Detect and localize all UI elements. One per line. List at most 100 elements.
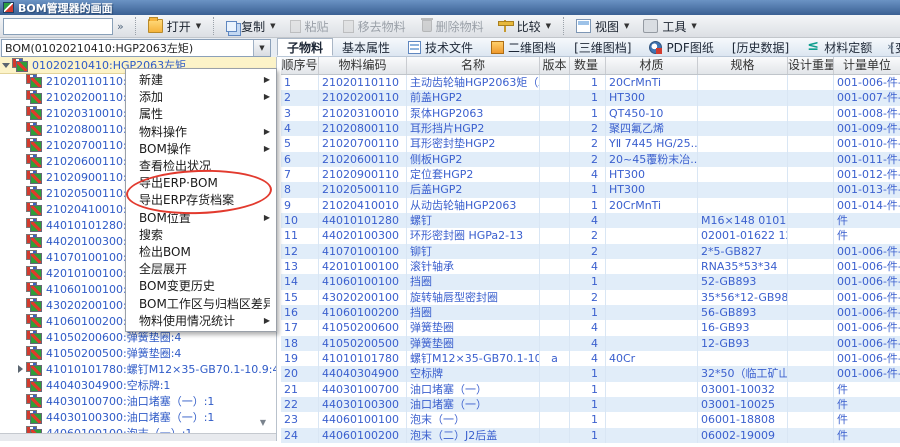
tab-3[interactable]: 技术文件: [399, 38, 482, 56]
tree-item-20[interactable]: 44040304900:空标牌:1: [0, 377, 276, 393]
column-header-4[interactable]: 版本: [540, 57, 570, 74]
column-header-9[interactable]: 计量单位: [834, 57, 900, 74]
cell-ver: [540, 182, 570, 197]
tabs-overflow-chevron-icon[interactable]: »: [887, 40, 894, 53]
tab-5[interactable]: [三维图档]: [565, 38, 640, 56]
bom-item-icon: [26, 106, 43, 120]
cell-spec: RNA35*53*34: [698, 259, 788, 274]
compare-button[interactable]: 比较▼: [491, 16, 558, 37]
cell-name: 定位套HGP2: [407, 167, 540, 182]
menu-item-14[interactable]: BOM工作区与归档区差异: [126, 294, 276, 311]
cell-qty: 2: [570, 228, 606, 243]
menu-item-10[interactable]: 搜索: [126, 226, 276, 243]
table-row-9[interactable]: 921020410010从动齿轮轴HGP2063120CrMnTi001-014…: [281, 198, 900, 213]
table-row-1[interactable]: 121020110110主动齿轮轴HGP2063矩（A）120CrMnTi001…: [281, 75, 900, 90]
menu-item-13[interactable]: BOM变更历史: [126, 277, 276, 294]
column-header-7[interactable]: 规格: [698, 57, 788, 74]
cell-weight: [788, 320, 834, 335]
table-row-21[interactable]: 2144030100700油口堵塞（一）103001-10032件: [281, 382, 900, 397]
cell-qty: 1: [570, 397, 606, 412]
collapsed-arrow-icon[interactable]: [14, 365, 26, 373]
table-row-22[interactable]: 2244030100300油口堵塞（一）103001-10025件: [281, 397, 900, 412]
tab-2[interactable]: 基本属性: [333, 38, 399, 56]
menu-item-15[interactable]: 物料使用情况统计▶: [126, 312, 276, 329]
cell-ver: [540, 167, 570, 182]
table-row-15[interactable]: 1543020200100旋转轴唇型密封圈235*56*12-GB9877001…: [281, 290, 900, 305]
table-row-23[interactable]: 2344060100100泡末（一）106001-18808件: [281, 412, 900, 427]
cell-ver: [540, 397, 570, 412]
table-row-7[interactable]: 721020900110定位套HGP24HT300001-012-件-: [281, 167, 900, 182]
column-header-6[interactable]: 材质: [606, 57, 698, 74]
menu-item-7-circled[interactable]: 导出ERP·BOM: [126, 174, 276, 191]
cell-code: 21020410010: [319, 198, 407, 213]
table-row-16[interactable]: 1641060100200挡圈156-GB893001-006-件-: [281, 305, 900, 320]
bom-selector-combobox[interactable]: BOM(01020210410:HGP2063左矩) ▼: [1, 39, 271, 57]
tree-item-19[interactable]: 41010101780:螺钉M12×35-GB70.1-10.9:4: [0, 361, 276, 377]
table-row-17[interactable]: 1741050200600弹簧垫圈416-GB93001-006-件-: [281, 320, 900, 335]
tab-8[interactable]: 材料定额: [798, 38, 881, 56]
tree-item-21[interactable]: 44030100700:油口堵塞（一）:1: [0, 393, 276, 409]
cell-code: 21020110110: [319, 75, 407, 90]
table-row-10[interactable]: 1044010101280螺钉4M16×148 01017-11648件: [281, 213, 900, 228]
toolbar: » 打开▼复制▼粘贴移去物料删除物料比较▼视图▼工具▼: [0, 15, 900, 38]
menu-item-5[interactable]: BOM操作▶: [126, 140, 276, 157]
menu-item-1[interactable]: 新建▶: [126, 71, 276, 88]
table-row-4[interactable]: 421020800110耳形挡片HGP22聚四氟乙烯001-009-件-: [281, 121, 900, 136]
table-row-18[interactable]: 1841050200500弹簧垫圈412-GB93001-006-件-: [281, 336, 900, 351]
menu-item-6[interactable]: 查看检出状况: [126, 157, 276, 174]
tree-horizontal-scrollbar[interactable]: [0, 433, 277, 441]
cell-code: 44060100200: [319, 428, 407, 443]
tab-6[interactable]: PDF图纸: [640, 38, 722, 56]
table-row-5[interactable]: 521020700110耳形密封垫HGP22YⅡ 7445 HG/25...00…: [281, 136, 900, 151]
column-header-8[interactable]: 设计重量: [788, 57, 834, 74]
column-header-1[interactable]: 顺序号: [281, 57, 319, 74]
table-row-8[interactable]: 821020500110后盖HGP21HT300001-013-件-: [281, 182, 900, 197]
table-row-6[interactable]: 621020600110侧板HGP2220~45覆粉末冶...001-011-件…: [281, 152, 900, 167]
table-row-19[interactable]: 1941010101780螺钉M12×35-GB70.1-10.9a440Cr0…: [281, 351, 900, 366]
table-row-12[interactable]: 1241070100100铆钉22*5-GB827001-006-件-: [281, 244, 900, 259]
menu-item-11[interactable]: 检出BOM: [126, 243, 276, 260]
cell-unit: 001-008-件-: [834, 106, 900, 121]
table-row-3[interactable]: 321020310010泵体HGP20631QT450-10001-008-件-: [281, 106, 900, 121]
open-button[interactable]: 打开▼: [141, 16, 208, 37]
table-row-24[interactable]: 2444060100200泡末（二）J2后盖106002-19009件: [281, 428, 900, 443]
toolbar-quick-input[interactable]: [3, 18, 113, 35]
menu-item-3[interactable]: 属性: [126, 105, 276, 122]
toolbar-overflow-chevron-icon[interactable]: »: [117, 20, 124, 33]
tree-item-22[interactable]: 44030100300:油口堵塞（一）:1: [0, 409, 276, 425]
menu-item-8-circled[interactable]: 导出ERP存货档案: [126, 191, 276, 208]
cell-qty: 1: [570, 366, 606, 381]
menu-item-2[interactable]: 添加▶: [126, 88, 276, 105]
menu-item-9[interactable]: BOM位置▶: [126, 209, 276, 226]
expanded-arrow-icon[interactable]: [0, 63, 12, 68]
table-row-2[interactable]: 221020200110前盖HGP21HT300001-007-件-: [281, 90, 900, 105]
tab-1[interactable]: 子物料: [277, 38, 333, 56]
column-header-2[interactable]: 物料编码: [319, 57, 407, 74]
tab-4[interactable]: 二维图档: [482, 38, 565, 56]
table-row-20[interactable]: 2044040304900空标牌132*50（临工矿山）001-006-件-: [281, 366, 900, 381]
delete-material-button-label: 删除物料: [436, 18, 484, 35]
tree-item-18[interactable]: 41050200500:弹簧垫圈:4: [0, 345, 276, 361]
tools-button[interactable]: 工具▼: [636, 16, 703, 37]
menu-item-12[interactable]: 全层展开: [126, 260, 276, 277]
copy-button[interactable]: 复制▼: [219, 16, 282, 37]
table-row-13[interactable]: 1342010100100滚针轴承4RNA35*53*34001-006-件-: [281, 259, 900, 274]
bom-item-icon: [26, 410, 43, 424]
cell-code: 41010101780: [319, 351, 407, 366]
tab-7[interactable]: [历史数据]: [723, 38, 798, 56]
cell-material: 聚四氟乙烯: [606, 121, 698, 136]
cell-seq: 16: [281, 305, 319, 320]
cell-unit: 001-010-件-: [834, 136, 900, 151]
menu-item-label: 新建: [139, 71, 264, 88]
column-header-3[interactable]: 名称: [407, 57, 540, 74]
table-row-11[interactable]: 1144020100300环形密封圈 HGPa2-13202001-01622 …: [281, 228, 900, 243]
cell-unit: 001-006-件-: [834, 351, 900, 366]
view-button[interactable]: 视图▼: [569, 16, 636, 37]
cell-code: 21020500110: [319, 182, 407, 197]
window-title: BOM管理器的画面: [18, 0, 113, 16]
tree-item-label: 44040304900:空标牌:1: [46, 377, 170, 393]
combo-dropdown-button[interactable]: ▼: [253, 40, 270, 56]
column-header-5[interactable]: 数量: [570, 57, 606, 74]
menu-item-4[interactable]: 物料操作▶: [126, 123, 276, 140]
table-row-14[interactable]: 1441060100100挡圈152-GB893001-006-件-: [281, 274, 900, 289]
